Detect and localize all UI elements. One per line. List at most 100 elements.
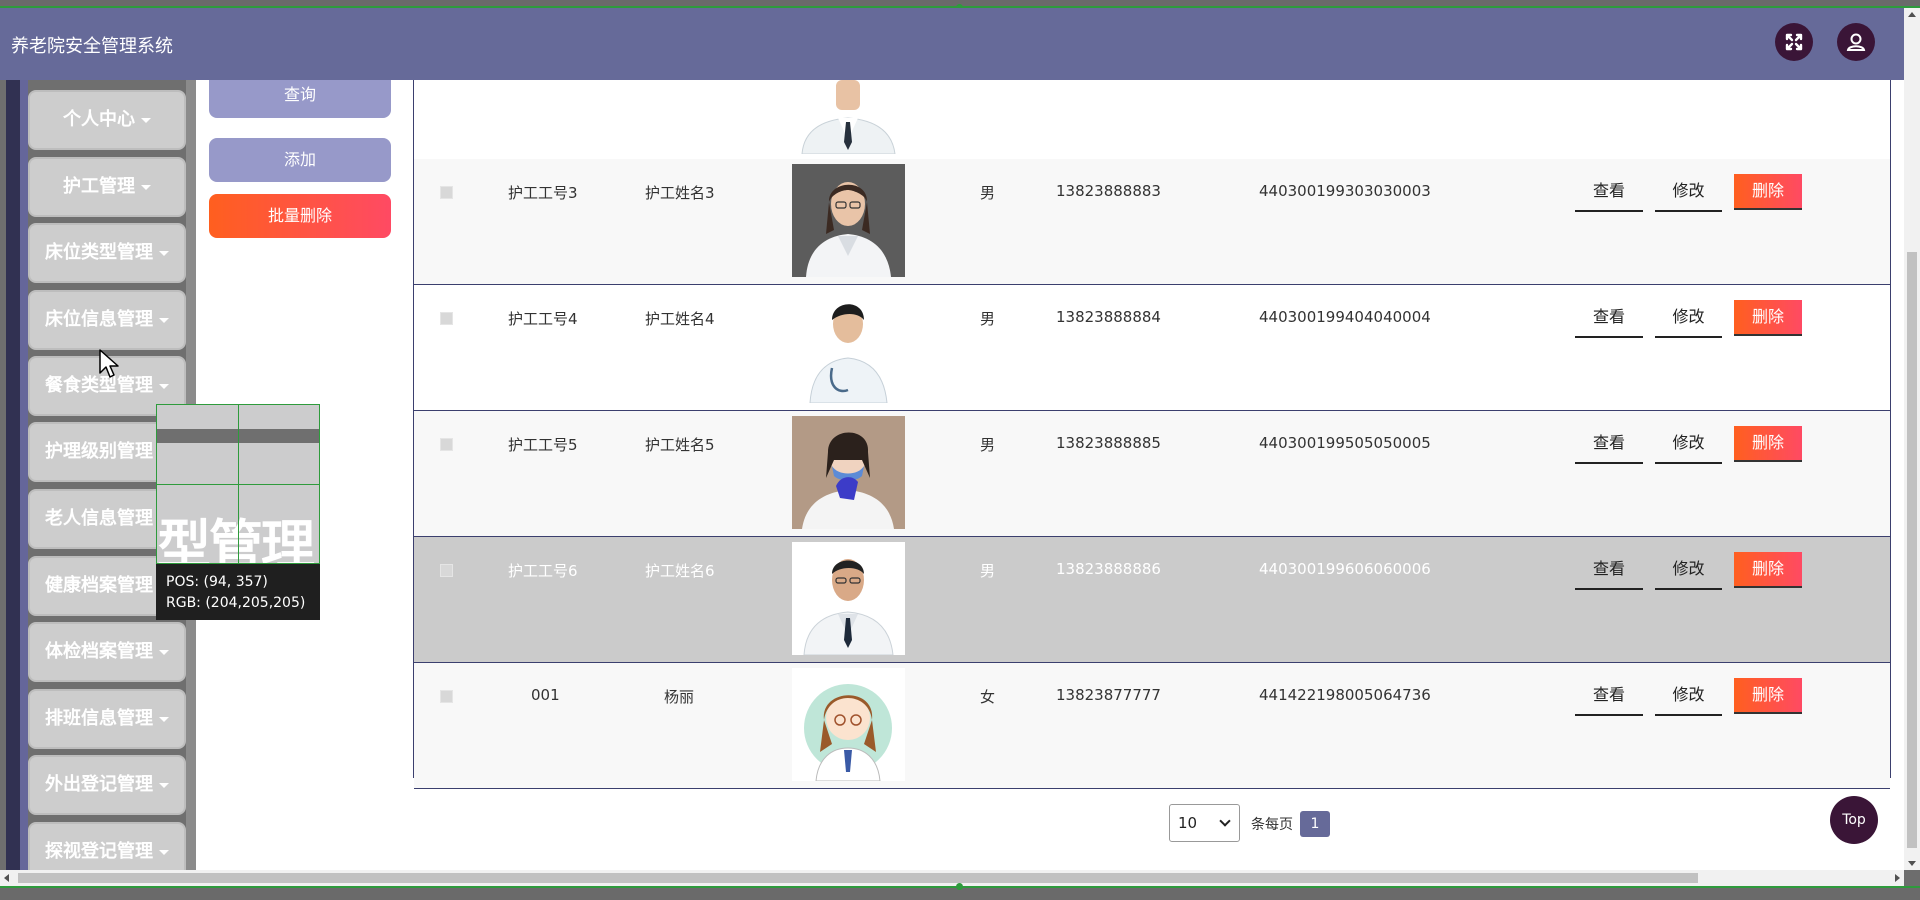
page-button-current[interactable]: 1 bbox=[1300, 811, 1330, 837]
caregiver-id: 护工工号4 bbox=[508, 310, 578, 328]
caregiver-phone: 13823888884 bbox=[1056, 308, 1161, 326]
caregiver-gender: 女 bbox=[980, 688, 996, 706]
per-page-label: 条每页 bbox=[1251, 817, 1293, 833]
row-checkbox[interactable] bbox=[440, 312, 453, 325]
color-picker-magnifier: 型管理 POS: (94, 357) RGB: (204,205,205) bbox=[156, 404, 320, 624]
caregiver-idcard: 440300199404040004 bbox=[1259, 308, 1431, 326]
row-checkbox[interactable] bbox=[440, 564, 453, 577]
caregiver-id: 护工工号3 bbox=[508, 184, 578, 202]
row-checkbox[interactable] bbox=[440, 690, 453, 703]
sidebar-item-schedule[interactable]: 排班信息管理 bbox=[28, 689, 186, 749]
view-button[interactable]: 查看 bbox=[1575, 552, 1643, 590]
delete-button[interactable]: 删除 bbox=[1734, 426, 1802, 462]
delete-button[interactable]: 删除 bbox=[1734, 300, 1802, 336]
delete-button[interactable]: 删除 bbox=[1734, 678, 1802, 714]
caregiver-name: 护工姓名5 bbox=[645, 436, 715, 454]
back-to-top-button[interactable]: Top bbox=[1830, 796, 1878, 844]
caregiver-idcard: 440300199303030003 bbox=[1259, 182, 1431, 200]
caret-down-icon bbox=[159, 250, 169, 256]
caregiver-gender: 男 bbox=[980, 436, 996, 454]
sidebar-item-bed-type[interactable]: 床位类型管理 bbox=[28, 223, 186, 283]
delete-button[interactable]: 删除 bbox=[1734, 552, 1802, 588]
caregiver-phone: 13823888885 bbox=[1056, 434, 1161, 452]
row-checkbox[interactable] bbox=[440, 186, 453, 199]
app-window: 养老院安全管理系统 个人中心 护工管理 床位类型管理 床位信息管理 餐食类型管理… bbox=[0, 8, 1904, 870]
caregiver-photo bbox=[792, 668, 905, 781]
caregiver-photo bbox=[792, 164, 905, 277]
sidebar-item-outing[interactable]: 外出登记管理 bbox=[28, 755, 186, 815]
table-row: 001 杨丽 女 13823877777 441422198005064736 bbox=[414, 663, 1890, 789]
caregiver-idcard: 440300199606060006 bbox=[1259, 560, 1431, 578]
scroll-left-icon[interactable] bbox=[4, 874, 9, 882]
horizontal-scroll-thumb[interactable] bbox=[18, 873, 1698, 883]
caregiver-name: 护工姓名3 bbox=[645, 184, 715, 202]
caret-down-icon bbox=[159, 782, 169, 788]
view-button[interactable]: 查看 bbox=[1575, 678, 1643, 716]
scroll-up-icon[interactable] bbox=[1908, 12, 1916, 17]
mouse-cursor-icon bbox=[99, 349, 119, 378]
view-button[interactable]: 查看 bbox=[1575, 426, 1643, 464]
vertical-scrollbar[interactable] bbox=[1904, 8, 1920, 870]
view-button[interactable]: 查看 bbox=[1575, 300, 1643, 338]
row-checkbox[interactable] bbox=[440, 438, 453, 451]
caregiver-idcard: 440300199505050005 bbox=[1259, 434, 1431, 452]
user-icon[interactable] bbox=[1837, 23, 1875, 61]
caregiver-phone: 13823888883 bbox=[1056, 182, 1161, 200]
position-readout: POS: (94, 357) bbox=[166, 574, 268, 590]
caret-down-icon bbox=[159, 649, 169, 655]
sidebar-item-checkup-record[interactable]: 体检档案管理 bbox=[28, 622, 186, 682]
caregiver-photo bbox=[792, 542, 905, 655]
screen-bottom-edge bbox=[0, 883, 1920, 900]
edit-button[interactable]: 修改 bbox=[1655, 426, 1722, 464]
scroll-down-icon[interactable] bbox=[1908, 861, 1916, 866]
horizontal-scrollbar[interactable] bbox=[0, 870, 1904, 886]
magnifier-readout: POS: (94, 357) RGB: (204,205,205) bbox=[156, 564, 320, 620]
caret-down-icon bbox=[141, 117, 151, 123]
caregiver-id: 001 bbox=[531, 686, 560, 704]
caregiver-name: 护工姓名4 bbox=[645, 310, 715, 328]
sidebar-item-personal-center[interactable]: 个人中心 bbox=[28, 90, 186, 150]
screen-top-edge bbox=[0, 0, 1920, 11]
caregiver-id: 护工工号5 bbox=[508, 436, 578, 454]
caregiver-photo bbox=[792, 416, 905, 529]
page-size-select[interactable]: 10 bbox=[1169, 804, 1240, 842]
table-row-hovered: 护工工号6 护工姓名6 男 13823888886 44030019960606… bbox=[414, 537, 1890, 663]
caret-down-icon bbox=[159, 317, 169, 323]
edit-button[interactable]: 修改 bbox=[1655, 678, 1722, 716]
chevron-down-icon bbox=[1219, 815, 1231, 827]
rgb-readout: RGB: (204,205,205) bbox=[166, 595, 306, 611]
caret-down-icon bbox=[159, 849, 169, 855]
vertical-scroll-thumb[interactable] bbox=[1907, 252, 1917, 848]
magnifier-lens: 型管理 bbox=[156, 404, 320, 564]
caret-down-icon bbox=[141, 184, 151, 190]
view-button[interactable]: 查看 bbox=[1575, 174, 1643, 212]
table-row bbox=[414, 80, 1890, 160]
caregiver-phone: 13823877777 bbox=[1056, 686, 1161, 704]
caregiver-gender: 男 bbox=[980, 184, 996, 202]
add-button[interactable]: 添加 bbox=[209, 138, 391, 182]
edit-button[interactable]: 修改 bbox=[1655, 552, 1722, 590]
caregiver-name: 护工姓名6 bbox=[645, 562, 715, 580]
caret-down-icon bbox=[159, 716, 169, 722]
table-row: 护工工号5 护工姓名5 男 13823888885 44030019950505… bbox=[414, 411, 1890, 537]
caret-down-icon bbox=[159, 383, 169, 389]
sidebar-item-caregiver[interactable]: 护工管理 bbox=[28, 157, 186, 217]
sidebar-rail bbox=[6, 80, 28, 870]
edit-button[interactable]: 修改 bbox=[1655, 174, 1722, 212]
sidebar-item-bed-info[interactable]: 床位信息管理 bbox=[28, 290, 186, 350]
scroll-right-icon[interactable] bbox=[1895, 874, 1900, 882]
query-button[interactable]: 查询 bbox=[209, 80, 391, 118]
sidebar-item-visit[interactable]: 探视登记管理 bbox=[28, 822, 186, 870]
caregiver-gender: 男 bbox=[980, 310, 996, 328]
caregiver-photo bbox=[792, 290, 905, 403]
delete-button[interactable]: 删除 bbox=[1734, 174, 1802, 210]
table-row: 护工工号3 护工姓名3 男 13823888883 44030019930303… bbox=[414, 159, 1890, 285]
caregiver-photo bbox=[792, 80, 905, 154]
edit-button[interactable]: 修改 bbox=[1655, 300, 1722, 338]
caregiver-table: 护工工号3 护工姓名3 男 13823888883 44030019930303… bbox=[413, 80, 1891, 789]
caregiver-id: 护工工号6 bbox=[508, 562, 578, 580]
batch-delete-button[interactable]: 批量删除 bbox=[209, 194, 391, 238]
caregiver-phone: 13823888886 bbox=[1056, 560, 1161, 578]
app-header: 养老院安全管理系统 bbox=[0, 8, 1904, 80]
expand-icon[interactable] bbox=[1775, 23, 1813, 61]
